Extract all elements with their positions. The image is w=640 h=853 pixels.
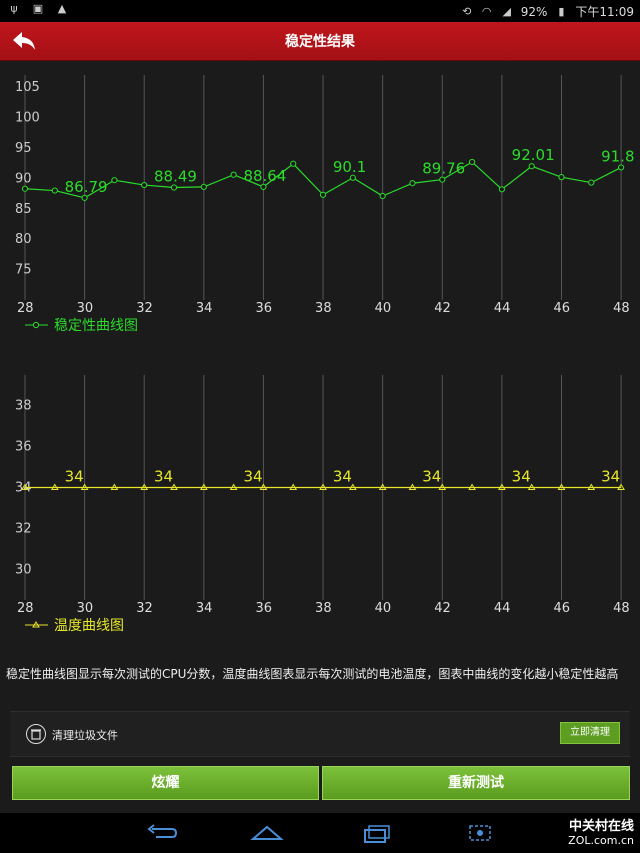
stability-point bbox=[51, 187, 58, 194]
x-tick-label: 34 bbox=[196, 301, 213, 316]
clean-now-button[interactable]: 立即清理 bbox=[560, 722, 620, 744]
screenshot-icon[interactable] bbox=[460, 821, 500, 845]
stability-point bbox=[290, 160, 297, 167]
y-tick-label: 85 bbox=[15, 202, 32, 217]
stability-point bbox=[439, 176, 446, 183]
x-tick-label: 42 bbox=[434, 601, 451, 616]
image-icon: ▣ bbox=[32, 2, 44, 15]
warning-icon: ▲ bbox=[57, 2, 67, 15]
x-tick-label: 44 bbox=[494, 301, 511, 316]
stability-legend-label: 稳定性曲线图 bbox=[54, 318, 138, 334]
stability-point bbox=[528, 163, 535, 170]
signal-icon: ◢ bbox=[502, 4, 511, 18]
y-tick-label: 95 bbox=[15, 141, 32, 156]
stability-point bbox=[111, 177, 118, 184]
stability-point bbox=[200, 183, 207, 190]
x-tick-label: 36 bbox=[255, 601, 272, 616]
stability-data-label: 91.8 bbox=[601, 147, 634, 165]
y-tick-label: 32 bbox=[15, 521, 32, 536]
x-tick-label: 48 bbox=[613, 301, 630, 316]
y-tick-label: 75 bbox=[15, 263, 32, 278]
back-nav-icon[interactable] bbox=[142, 821, 182, 845]
recent-apps-icon[interactable] bbox=[355, 821, 395, 845]
x-tick-label: 36 bbox=[255, 301, 272, 316]
cleanup-label: 清理垃圾文件 bbox=[52, 729, 118, 742]
y-tick-label: 30 bbox=[15, 562, 32, 577]
stability-point bbox=[170, 184, 178, 191]
temperature-legend-label: 温度曲线图 bbox=[54, 618, 124, 634]
temperature-data-label: 34 bbox=[601, 468, 620, 486]
temperature-data-label: 34 bbox=[422, 468, 441, 486]
x-tick-label: 44 bbox=[494, 601, 511, 616]
home-nav-icon[interactable] bbox=[247, 821, 287, 845]
show-off-button[interactable]: 炫耀 bbox=[12, 766, 319, 800]
stability-point bbox=[141, 181, 148, 189]
page-title: 稳定性结果 bbox=[285, 34, 355, 50]
stability-point bbox=[349, 174, 356, 181]
x-tick-label: 40 bbox=[375, 601, 392, 616]
temperature-data-label: 34 bbox=[333, 468, 352, 486]
x-tick-label: 32 bbox=[136, 301, 153, 316]
x-tick-label: 42 bbox=[434, 301, 451, 316]
x-tick-label: 34 bbox=[196, 601, 213, 616]
stability-data-label: 90.1 bbox=[333, 158, 366, 176]
x-tick-label: 32 bbox=[136, 601, 153, 616]
stability-point bbox=[21, 185, 29, 192]
stability-chart: 28 30 32 34 36 38 40 42 44 46 48 105 100 95 90 85 80 75 86… bbox=[15, 75, 635, 334]
stability-point bbox=[498, 186, 505, 193]
trash-icon bbox=[26, 724, 46, 744]
x-tick-label: 40 bbox=[375, 301, 392, 316]
navigation-bar bbox=[0, 813, 640, 853]
temperature-data-label: 34 bbox=[154, 468, 173, 486]
x-tick-label: 28 bbox=[17, 301, 34, 316]
wifi-icon: ◠ bbox=[481, 4, 492, 18]
battery-icon: ▮ bbox=[558, 4, 565, 18]
y-tick-label: 105 bbox=[15, 80, 40, 95]
usb-icon: ψ bbox=[10, 2, 18, 15]
x-tick-label: 38 bbox=[315, 301, 332, 316]
x-tick-label: 38 bbox=[315, 601, 332, 616]
stability-point bbox=[319, 191, 327, 198]
clock: 下午11:09 bbox=[575, 5, 634, 19]
cleanup-bar: 清理垃圾文件 立即清理 bbox=[10, 711, 630, 757]
stability-legend-marker bbox=[32, 321, 40, 329]
stability-point bbox=[588, 179, 595, 186]
stability-point bbox=[230, 171, 237, 178]
x-tick-label: 46 bbox=[553, 601, 570, 616]
stability-point bbox=[81, 194, 88, 201]
x-tick-label: 30 bbox=[77, 601, 94, 616]
y-tick-label: 36 bbox=[15, 440, 32, 455]
x-tick-label: 48 bbox=[613, 601, 630, 616]
stability-point bbox=[558, 174, 565, 181]
temperature-chart: 28 30 32 34 36 38 40 42 44 46 48 38 36 34 32 30 34 34 34 34… bbox=[15, 375, 630, 634]
y-tick-label: 90 bbox=[15, 171, 32, 186]
x-tick-label: 28 bbox=[17, 601, 34, 616]
zol-watermark: 中关村在线 ZOL.com.cn bbox=[568, 819, 634, 847]
y-tick-label: 38 bbox=[15, 399, 32, 414]
title-bar: 稳定性结果 bbox=[0, 22, 640, 61]
stability-data-label: 89.76 bbox=[422, 160, 465, 178]
stability-point bbox=[260, 183, 267, 190]
stability-point bbox=[617, 164, 625, 171]
stability-data-label: 88.49 bbox=[154, 168, 197, 186]
retest-button[interactable]: 重新测试 bbox=[322, 766, 630, 800]
status-bar: ψ ▣ ▲ ⟲ ◠ ◢ 92% ▮ 下午11:09 bbox=[0, 0, 640, 22]
y-tick-label: 100 bbox=[15, 111, 40, 126]
stability-data-label: 88.64 bbox=[243, 167, 286, 185]
temperature-data-label: 34 bbox=[65, 468, 84, 486]
stability-data-label: 92.01 bbox=[512, 146, 555, 164]
temperature-data-label: 34 bbox=[243, 468, 262, 486]
rotate-icon: ⟲ bbox=[462, 4, 472, 18]
chart-description: 稳定性曲线图显示每次测试的CPU分数，温度曲线图表显示每次测试的电池温度，图表中… bbox=[6, 667, 619, 681]
x-tick-label: 46 bbox=[553, 301, 570, 316]
temperature-data-label: 34 bbox=[512, 468, 531, 486]
x-tick-label: 30 bbox=[77, 301, 94, 316]
stability-data-label: 86.79 bbox=[65, 178, 108, 196]
stability-point bbox=[468, 158, 476, 166]
y-tick-label: 80 bbox=[15, 232, 32, 247]
stability-point bbox=[409, 180, 416, 187]
stability-point bbox=[379, 192, 386, 200]
battery-percent: 92% bbox=[520, 4, 548, 19]
